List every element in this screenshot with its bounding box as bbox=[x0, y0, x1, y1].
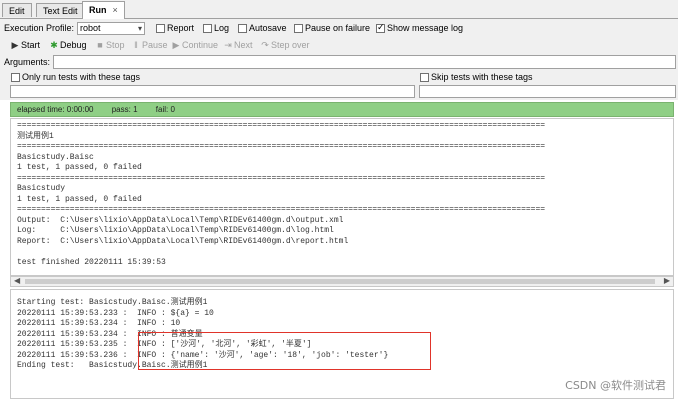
scrollbar-thumb[interactable] bbox=[25, 279, 655, 284]
skip-tags-label: Skip tests with these tags bbox=[431, 72, 533, 82]
console-output[interactable]: ========================================… bbox=[10, 118, 674, 276]
pass-count: pass: 1 bbox=[111, 105, 138, 114]
chevron-down-icon: ▾ bbox=[137, 24, 142, 33]
console-line: ========================================… bbox=[17, 142, 546, 151]
tab-edit-label: Edit bbox=[9, 6, 25, 16]
skip-tags-checkbox[interactable] bbox=[420, 73, 429, 82]
autosave-label: Autosave bbox=[249, 23, 287, 33]
continue-button[interactable]: ▶ Continue bbox=[172, 39, 219, 52]
log-checkbox[interactable] bbox=[203, 24, 212, 33]
step-over-label: Step over bbox=[271, 40, 310, 50]
log-line: Starting test: Basicstudy.Baisc.测试用例1 bbox=[17, 298, 208, 307]
only-run-tags-input[interactable] bbox=[10, 85, 415, 98]
step-over-icon: ↷ bbox=[261, 40, 269, 50]
step-over-button[interactable]: ↷ Step over bbox=[261, 39, 310, 52]
bug-icon: ✱ bbox=[50, 40, 58, 50]
console-line: Output: C:\Users\lixio\AppData\Local\Tem… bbox=[17, 215, 344, 225]
console-line: ========================================… bbox=[17, 173, 546, 183]
scroll-right-icon[interactable]: ▶ bbox=[664, 276, 670, 285]
stop-icon: ■ bbox=[97, 40, 103, 50]
skip-tags-input[interactable] bbox=[419, 85, 676, 98]
execution-profile-value: robot bbox=[80, 23, 101, 33]
start-label: Start bbox=[21, 40, 41, 50]
stop-label: Stop bbox=[106, 40, 125, 50]
next-label: Next bbox=[234, 40, 253, 50]
tab-run[interactable]: Run × bbox=[82, 1, 125, 19]
console-line: Log: C:\Users\lixio\AppData\Local\Temp\R… bbox=[17, 226, 334, 235]
show-message-log-checkbox[interactable] bbox=[376, 22, 385, 33]
autosave-checkbox[interactable] bbox=[238, 24, 247, 33]
pause-on-failure-checkbox[interactable] bbox=[294, 24, 303, 33]
tab-run-label: Run bbox=[89, 5, 107, 15]
console-line: Basicstudy bbox=[17, 184, 66, 193]
fail-count: fail: 0 bbox=[155, 105, 175, 114]
execution-profile-select[interactable]: robot ▾ bbox=[77, 22, 145, 35]
console-line: test finished 20220111 15:39:53 bbox=[17, 257, 166, 267]
log-line: 20220111 15:39:53.234 : INFO : 10 bbox=[17, 319, 181, 328]
arguments-input[interactable] bbox=[53, 55, 676, 69]
watermark: CSDN @软件测试君 bbox=[565, 379, 666, 392]
console-line: ========================================… bbox=[17, 121, 546, 130]
pause-label: Pause bbox=[142, 40, 168, 50]
next-button[interactable]: ⇥ Next bbox=[224, 39, 253, 52]
console-line: ========================================… bbox=[17, 205, 546, 214]
console-line: Basicstudy.Baisc bbox=[17, 152, 94, 162]
only-run-tags-label: Only run tests with these tags bbox=[22, 72, 141, 82]
console-line: Report: C:\Users\lixio\AppData\Local\Tem… bbox=[17, 236, 349, 246]
pause-on-failure-label: Pause on failure bbox=[305, 23, 371, 33]
tab-text-edit-label: Text Edit bbox=[43, 6, 78, 16]
report-label: Report bbox=[167, 23, 195, 33]
scroll-left-icon[interactable]: ◀ bbox=[14, 276, 20, 285]
next-icon: ⇥ bbox=[224, 40, 232, 50]
play-icon: ▶ bbox=[11, 40, 19, 50]
log-line: 20220111 15:39:53.233 : INFO : ${a} = 10 bbox=[17, 308, 214, 318]
console-line: 1 test, 1 passed, 0 failed bbox=[17, 194, 142, 204]
debug-button[interactable]: ✱ Debug bbox=[50, 39, 87, 52]
continue-label: Continue bbox=[182, 40, 219, 50]
tab-text-edit[interactable]: Text Edit bbox=[36, 3, 85, 17]
elapsed-time: elapsed time: 0:00:00 bbox=[17, 105, 94, 114]
run-status-bar: elapsed time: 0:00:00 pass: 1 fail: 0 bbox=[10, 102, 674, 117]
only-run-tags-checkbox[interactable] bbox=[11, 73, 20, 82]
execution-profile-label: Execution Profile: bbox=[4, 23, 75, 33]
pause-icon: ‖ bbox=[134, 40, 138, 50]
show-message-log-label: Show message log bbox=[387, 23, 464, 33]
console-line: 1 test, 1 passed, 0 failed bbox=[17, 163, 142, 172]
highlight-box bbox=[138, 332, 431, 370]
pause-button[interactable]: ‖ Pause bbox=[132, 39, 168, 52]
continue-icon: ▶ bbox=[172, 40, 180, 50]
close-icon[interactable]: × bbox=[113, 5, 118, 15]
log-label: Log bbox=[214, 23, 230, 33]
stop-button[interactable]: ■ Stop bbox=[96, 39, 125, 52]
arguments-label: Arguments: bbox=[4, 57, 51, 67]
start-button[interactable]: ▶ Start bbox=[11, 39, 40, 52]
tab-edit[interactable]: Edit bbox=[2, 3, 32, 17]
report-checkbox[interactable] bbox=[156, 24, 165, 33]
debug-label: Debug bbox=[60, 40, 87, 50]
console-line: 测试用例1 bbox=[17, 131, 54, 141]
console-horizontal-scrollbar[interactable]: ◀ ▶ bbox=[10, 276, 674, 287]
